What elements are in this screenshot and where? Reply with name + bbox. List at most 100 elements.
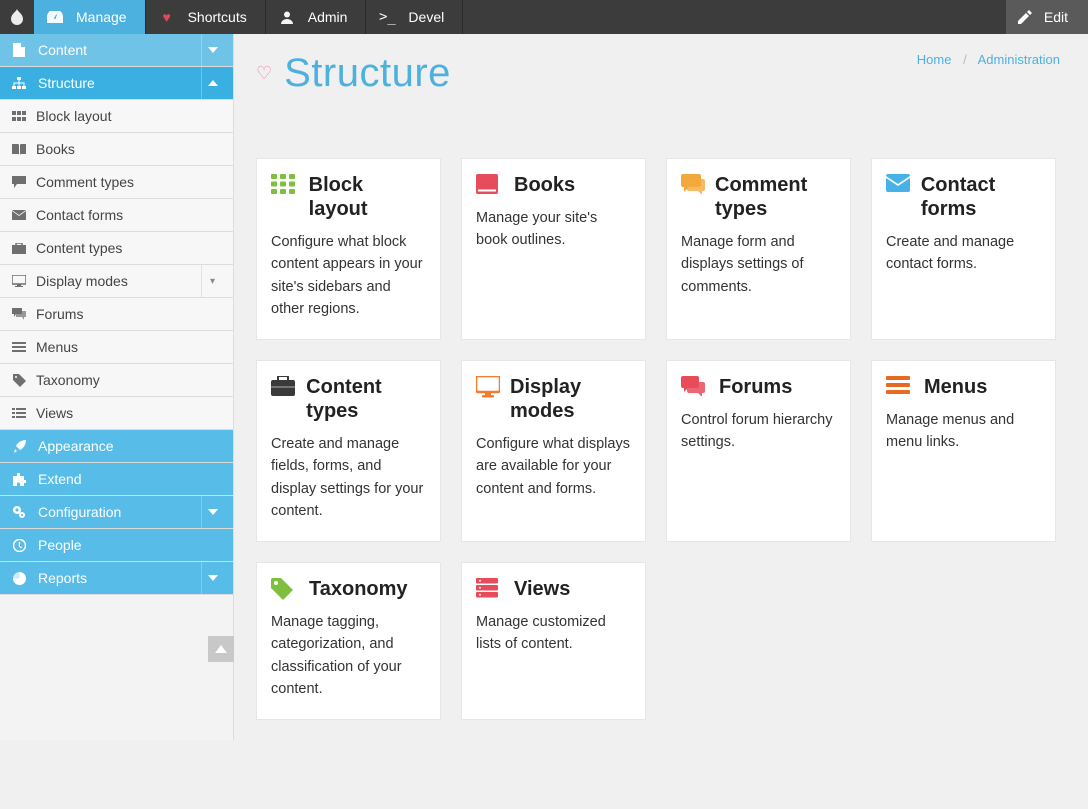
envelope-icon bbox=[8, 210, 30, 220]
card-desc: Create and manage fields, forms, and dis… bbox=[271, 433, 426, 523]
card-menus[interactable]: Menus Manage menus and menu links. bbox=[871, 360, 1056, 542]
toolbar-admin-label: Admin bbox=[308, 9, 348, 25]
sidebar-item-appearance[interactable]: Appearance bbox=[0, 430, 233, 463]
card-title: Menus bbox=[924, 375, 987, 399]
card-title: Books bbox=[514, 173, 575, 197]
comments-icon bbox=[8, 308, 30, 320]
sidebar-configuration-label: Configuration bbox=[38, 504, 201, 520]
card-desc: Manage tagging, categorization, and clas… bbox=[271, 611, 426, 701]
chevron-down-icon[interactable] bbox=[201, 496, 223, 528]
card-taxonomy[interactable]: Taxonomy Manage tagging, categorization,… bbox=[256, 562, 441, 720]
sidebar-sub-label: Contact forms bbox=[36, 207, 223, 223]
sidebar-sub-comment-types[interactable]: Comment types bbox=[0, 166, 233, 199]
card-contact-forms[interactable]: Contact forms Create and manage contact … bbox=[871, 158, 1056, 340]
clock-icon bbox=[8, 539, 30, 552]
breadcrumb-administration[interactable]: Administration bbox=[978, 52, 1060, 67]
user-icon bbox=[278, 10, 296, 24]
sidebar-item-people[interactable]: People bbox=[0, 529, 233, 562]
sidebar-sub-views[interactable]: Views bbox=[0, 397, 233, 430]
sidebar-sub-block-layout[interactable]: Block layout bbox=[0, 100, 233, 133]
comments-icon bbox=[681, 376, 709, 396]
tag-icon bbox=[271, 578, 299, 600]
sidebar-sub-forums[interactable]: Forums bbox=[0, 298, 233, 331]
card-books[interactable]: Books Manage your site's book outlines. bbox=[461, 158, 646, 340]
pie-icon bbox=[8, 572, 30, 585]
sidebar-sub-books[interactable]: Books bbox=[0, 133, 233, 166]
card-grid: Block layout Configure what block conten… bbox=[256, 158, 1060, 720]
toolbar-edit[interactable]: Edit bbox=[1006, 0, 1088, 34]
dashboard-icon bbox=[46, 11, 64, 23]
sidebar-content-label: Content bbox=[38, 42, 201, 58]
sidebar-item-reports[interactable]: Reports bbox=[0, 562, 233, 595]
main-content: Home / Administration ♡ Structure Block … bbox=[234, 34, 1088, 740]
card-desc: Configure what displays are available fo… bbox=[476, 433, 631, 500]
bars-icon bbox=[886, 376, 914, 394]
card-title: Contact forms bbox=[921, 173, 1041, 221]
breadcrumb-home[interactable]: Home bbox=[917, 52, 952, 67]
card-desc: Manage form and displays settings of com… bbox=[681, 231, 836, 298]
card-title: Taxonomy bbox=[309, 577, 408, 601]
card-desc: Control forum hierarchy settings. bbox=[681, 409, 836, 454]
heart-icon[interactable]: ♡ bbox=[256, 63, 272, 84]
sidebar-sub-display-modes[interactable]: Display modes ▾ bbox=[0, 265, 233, 298]
chevron-down-icon[interactable] bbox=[201, 562, 223, 594]
sidebar-sub-taxonomy[interactable]: Taxonomy bbox=[0, 364, 233, 397]
puzzle-icon bbox=[8, 473, 30, 486]
card-title: Comment types bbox=[715, 173, 836, 221]
breadcrumb-sep: / bbox=[963, 52, 967, 67]
toolbar-admin[interactable]: Admin bbox=[266, 0, 367, 34]
toolbar-devel[interactable]: >_ Devel bbox=[366, 0, 463, 34]
card-forums[interactable]: Forums Control forum hierarchy settings. bbox=[666, 360, 851, 542]
toolbar-edit-label: Edit bbox=[1044, 9, 1068, 25]
book-icon bbox=[476, 174, 504, 194]
sidebar-item-structure[interactable]: Structure bbox=[0, 67, 233, 100]
toolbar-devel-label: Devel bbox=[408, 9, 444, 25]
toolbar-manage[interactable]: Manage bbox=[34, 0, 146, 34]
card-views[interactable]: Views Manage customized lists of content… bbox=[461, 562, 646, 720]
sidebar-sub-menus[interactable]: Menus bbox=[0, 331, 233, 364]
grid-icon bbox=[271, 174, 299, 194]
card-desc: Configure what block content appears in … bbox=[271, 231, 426, 321]
sidebar-item-configuration[interactable]: Configuration bbox=[0, 496, 233, 529]
sidebar-sub-label: Content types bbox=[36, 240, 223, 256]
heart-icon: ♥ bbox=[158, 9, 176, 25]
card-title: Content types bbox=[306, 375, 426, 423]
comment-icon bbox=[8, 176, 30, 188]
sidebar-sub-label: Display modes bbox=[36, 273, 201, 289]
card-display-modes[interactable]: Display modes Configure what displays ar… bbox=[461, 360, 646, 542]
file-icon bbox=[8, 43, 30, 57]
book-icon bbox=[8, 144, 30, 155]
scroll-top-button[interactable] bbox=[208, 636, 234, 662]
sidebar-sub-label: Views bbox=[36, 405, 223, 421]
monitor-icon bbox=[8, 275, 30, 287]
sidebar-item-content[interactable]: Content bbox=[0, 34, 233, 67]
rocket-icon bbox=[8, 440, 30, 453]
card-title: Block layout bbox=[309, 173, 426, 221]
sidebar-structure-label: Structure bbox=[38, 75, 201, 91]
chevron-up-icon[interactable] bbox=[201, 67, 223, 99]
toolbar-shortcuts-label: Shortcuts bbox=[188, 9, 247, 25]
grid-icon bbox=[8, 111, 30, 121]
sidebar-sub-contact-forms[interactable]: Contact forms bbox=[0, 199, 233, 232]
card-desc: Manage customized lists of content. bbox=[476, 611, 631, 656]
briefcase-icon bbox=[8, 243, 30, 254]
toolbar-shortcuts[interactable]: ♥ Shortcuts bbox=[146, 0, 266, 34]
sidebar-sub-content-types[interactable]: Content types bbox=[0, 232, 233, 265]
card-content-types[interactable]: Content types Create and manage fields, … bbox=[256, 360, 441, 542]
sidebar-sub-label: Comment types bbox=[36, 174, 223, 190]
drupal-icon[interactable] bbox=[0, 0, 34, 34]
hierarchy-icon bbox=[8, 77, 30, 89]
sidebar-sub-label: Taxonomy bbox=[36, 372, 223, 388]
sidebar-sub-label: Block layout bbox=[36, 108, 223, 124]
gears-icon bbox=[8, 505, 30, 519]
chevron-down-icon[interactable] bbox=[201, 34, 223, 66]
card-comment-types[interactable]: Comment types Manage form and displays s… bbox=[666, 158, 851, 340]
card-block-layout[interactable]: Block layout Configure what block conten… bbox=[256, 158, 441, 340]
admin-toolbar: Manage ♥ Shortcuts Admin >_ Devel Edit bbox=[0, 0, 1088, 34]
briefcase-icon bbox=[271, 376, 296, 396]
sidebar-people-label: People bbox=[38, 537, 223, 553]
caret-down-icon[interactable]: ▾ bbox=[201, 265, 223, 297]
server-icon bbox=[476, 578, 504, 598]
card-desc: Manage menus and menu links. bbox=[886, 409, 1041, 454]
sidebar-item-extend[interactable]: Extend bbox=[0, 463, 233, 496]
